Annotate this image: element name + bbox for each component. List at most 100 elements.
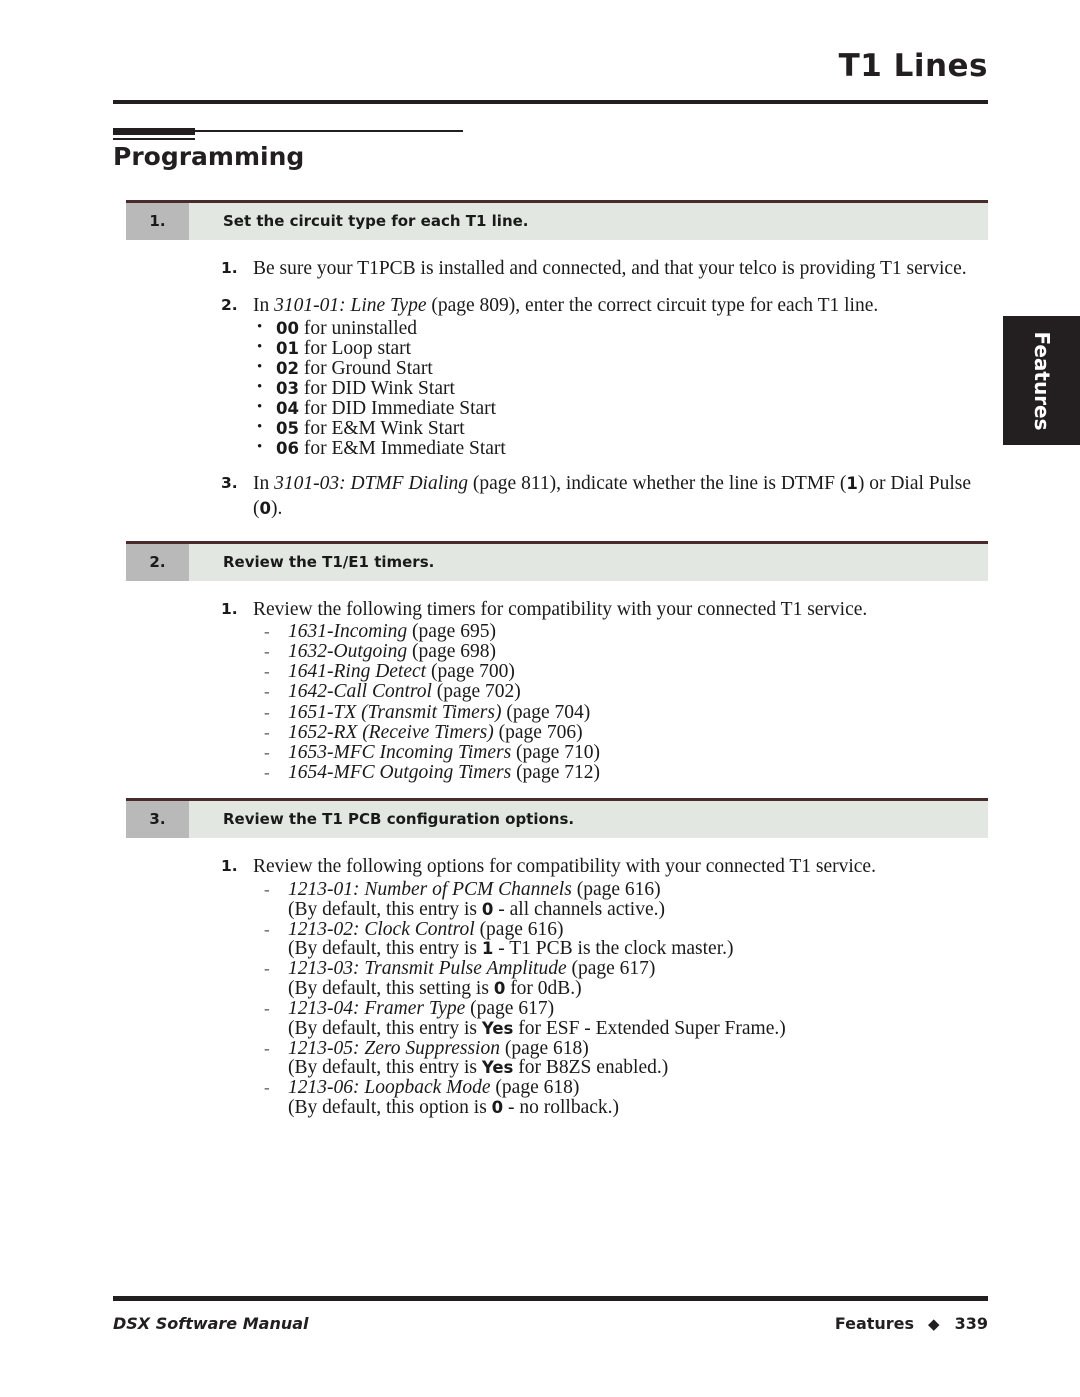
dtmf-code: 1 xyxy=(846,473,858,493)
footer-section-name: Features xyxy=(834,1314,915,1333)
dash-bullet-icon: - xyxy=(264,998,270,1018)
footer-right: Features ◆ 339 xyxy=(835,1314,988,1333)
side-tab-features: Features xyxy=(1003,316,1080,445)
header-rule xyxy=(113,100,988,104)
note-default-value: 0 xyxy=(491,1097,504,1117)
option-reference: 1213-04: Framer Type xyxy=(288,997,466,1019)
timer-page: (page 704) xyxy=(501,701,591,723)
line-type-text: for E&M Wink Start xyxy=(298,417,465,439)
footer-manual-title: DSX Software Manual xyxy=(113,1314,309,1333)
timer-reference: 1641-Ring Detect xyxy=(288,661,427,683)
side-tab-label: Features xyxy=(1029,330,1054,431)
step-number-3: 3. xyxy=(126,801,189,839)
substep-marker: 1. xyxy=(221,857,238,876)
option-reference: 1213-01: Number of PCM Channels xyxy=(288,878,572,900)
bullet-dot-icon: • xyxy=(257,318,263,335)
diamond-icon: ◆ xyxy=(928,1315,940,1333)
list-item: -1213-03: Transmit Pulse Amplitude (page… xyxy=(253,959,988,998)
dash-bullet-icon: - xyxy=(264,1078,270,1098)
bullet-dot-icon: • xyxy=(257,378,263,395)
substep-1-2: 2. In 3101-01: Line Type (page 809), ent… xyxy=(126,293,988,459)
option-page: (page 617) xyxy=(465,997,555,1019)
list-item: • 01 for Loop start xyxy=(253,338,988,359)
dash-list-timers: -1631-Incoming (page 695) -1632-Outgoing… xyxy=(253,622,988,782)
option-reference: 1213-05: Zero Suppression xyxy=(288,1037,500,1059)
step-title-2: Review the T1/E1 timers. xyxy=(189,543,988,581)
dash-bullet-icon: - xyxy=(264,919,270,939)
note-post: - T1 PCB is the clock master.) xyxy=(493,938,734,960)
option-page: (page 617) xyxy=(566,958,656,980)
list-item: -1213-05: Zero Suppression (page 618) (B… xyxy=(253,1037,988,1078)
list-item: • 04 for DID Immediate Start xyxy=(253,399,988,419)
note-post: for ESF - Extended Super Frame.) xyxy=(513,1017,786,1039)
note-pre: (By default, this setting is xyxy=(288,977,494,999)
timer-reference: 1654-MFC Outgoing Timers xyxy=(288,761,512,783)
list-item: • 05 for E&M Wink Start xyxy=(253,419,988,439)
list-item: -1651-TX (Transmit Timers) (page 704) xyxy=(253,701,988,723)
substep-text-pre: In xyxy=(253,472,275,494)
step-bar-2: 2. Review the T1/E1 timers. xyxy=(126,540,988,581)
heading-decoration-underbar xyxy=(113,138,195,140)
timer-reference: 1642-Call Control xyxy=(288,681,432,703)
list-item: -1653-MFC Incoming Timers (page 710) xyxy=(253,741,988,763)
list-item: • 06 for E&M Immediate Start xyxy=(253,439,988,459)
list-item: -1654-MFC Outgoing Timers (page 712) xyxy=(253,763,988,783)
timer-page: (page 706) xyxy=(493,721,583,743)
timer-reference: 1632-Outgoing xyxy=(288,641,408,663)
dash-list-pcb-options: -1213-01: Number of PCM Channels (page 6… xyxy=(253,880,988,1118)
line-type-code: 03 xyxy=(276,378,299,398)
option-note: (By default, this entry is 0 - all chann… xyxy=(288,898,988,920)
step-bar-1: 1. Set the circuit type for each T1 line… xyxy=(126,200,988,240)
substeps-2: 1. Review the following timers for compa… xyxy=(126,597,988,783)
line-type-code: 00 xyxy=(276,318,299,338)
substep-text-post: ). xyxy=(270,497,283,519)
note-post: - all channels active.) xyxy=(493,898,665,920)
option-note: (By default, this entry is 1 - T1 PCB is… xyxy=(288,939,988,959)
timer-page: (page 700) xyxy=(426,661,515,683)
note-pre: (By default, this option is xyxy=(288,1096,492,1118)
line-type-code: 04 xyxy=(276,398,299,418)
note-post: for 0dB.) xyxy=(505,977,582,999)
step-title-3: Review the T1 PCB configuration options. xyxy=(189,801,988,839)
option-note: (By default, this entry is Yes for ESF -… xyxy=(288,1017,988,1039)
timer-page: (page 698) xyxy=(407,641,496,663)
bullet-dot-icon: • xyxy=(257,439,263,456)
timer-page: (page 710) xyxy=(511,741,600,763)
list-item: -1213-06: Loopback Mode (page 618) (By d… xyxy=(253,1078,988,1117)
note-pre: (By default, this entry is xyxy=(288,938,482,960)
option-page: (page 616) xyxy=(571,878,661,900)
note-pre: (By default, this entry is xyxy=(288,1017,482,1039)
list-item: -1213-02: Clock Control (page 616) (By d… xyxy=(253,918,988,959)
bullet-dot-icon: • xyxy=(257,358,263,375)
option-page: (page 618) xyxy=(499,1037,589,1059)
substep-text-post: (page 809), enter the correct circuit ty… xyxy=(426,295,879,316)
note-pre: (By default, this entry is xyxy=(288,898,482,920)
dash-bullet-icon: - xyxy=(264,879,270,899)
line-type-code: 06 xyxy=(276,439,299,459)
list-item: -1213-01: Number of PCM Channels (page 6… xyxy=(253,880,988,919)
option-page: (page 616) xyxy=(474,918,564,940)
substep-text: Review the following options for compati… xyxy=(253,856,876,878)
substep-2-1: 1. Review the following timers for compa… xyxy=(126,597,988,783)
list-item: -1641-Ring Detect (page 700) xyxy=(253,662,988,682)
substep-text: Review the following timers for compatib… xyxy=(253,598,868,620)
substep-text-mid: (page 811), indicate whether the line is… xyxy=(468,472,847,494)
list-item: • 00 for uninstalled xyxy=(253,318,988,339)
substep-marker: 2. xyxy=(221,296,238,314)
step-number-2: 2. xyxy=(126,543,189,581)
substeps-3: 1. Review the following options for comp… xyxy=(126,854,988,1117)
line-type-text: for DID Wink Start xyxy=(298,377,455,399)
note-post: for B8ZS enabled.) xyxy=(513,1057,669,1079)
line-type-code: 02 xyxy=(276,358,299,378)
option-note: (By default, this entry is Yes for B8ZS … xyxy=(288,1058,988,1078)
substep-text-pre: In xyxy=(253,295,275,316)
section-heading-title: Programming xyxy=(113,142,305,171)
note-pre: (By default, this entry is xyxy=(288,1057,482,1079)
list-item: -1652-RX (Receive Timers) (page 706) xyxy=(253,721,988,743)
option-page: (page 618) xyxy=(490,1077,580,1099)
program-reference: 3101-01: Line Type xyxy=(274,295,427,316)
substep-marker: 3. xyxy=(221,473,238,492)
line-type-text: for Ground Start xyxy=(298,357,433,379)
note-default-value: Yes xyxy=(481,1018,514,1038)
substeps-1: 1. Be sure your T1PCB is installed and c… xyxy=(126,256,988,521)
